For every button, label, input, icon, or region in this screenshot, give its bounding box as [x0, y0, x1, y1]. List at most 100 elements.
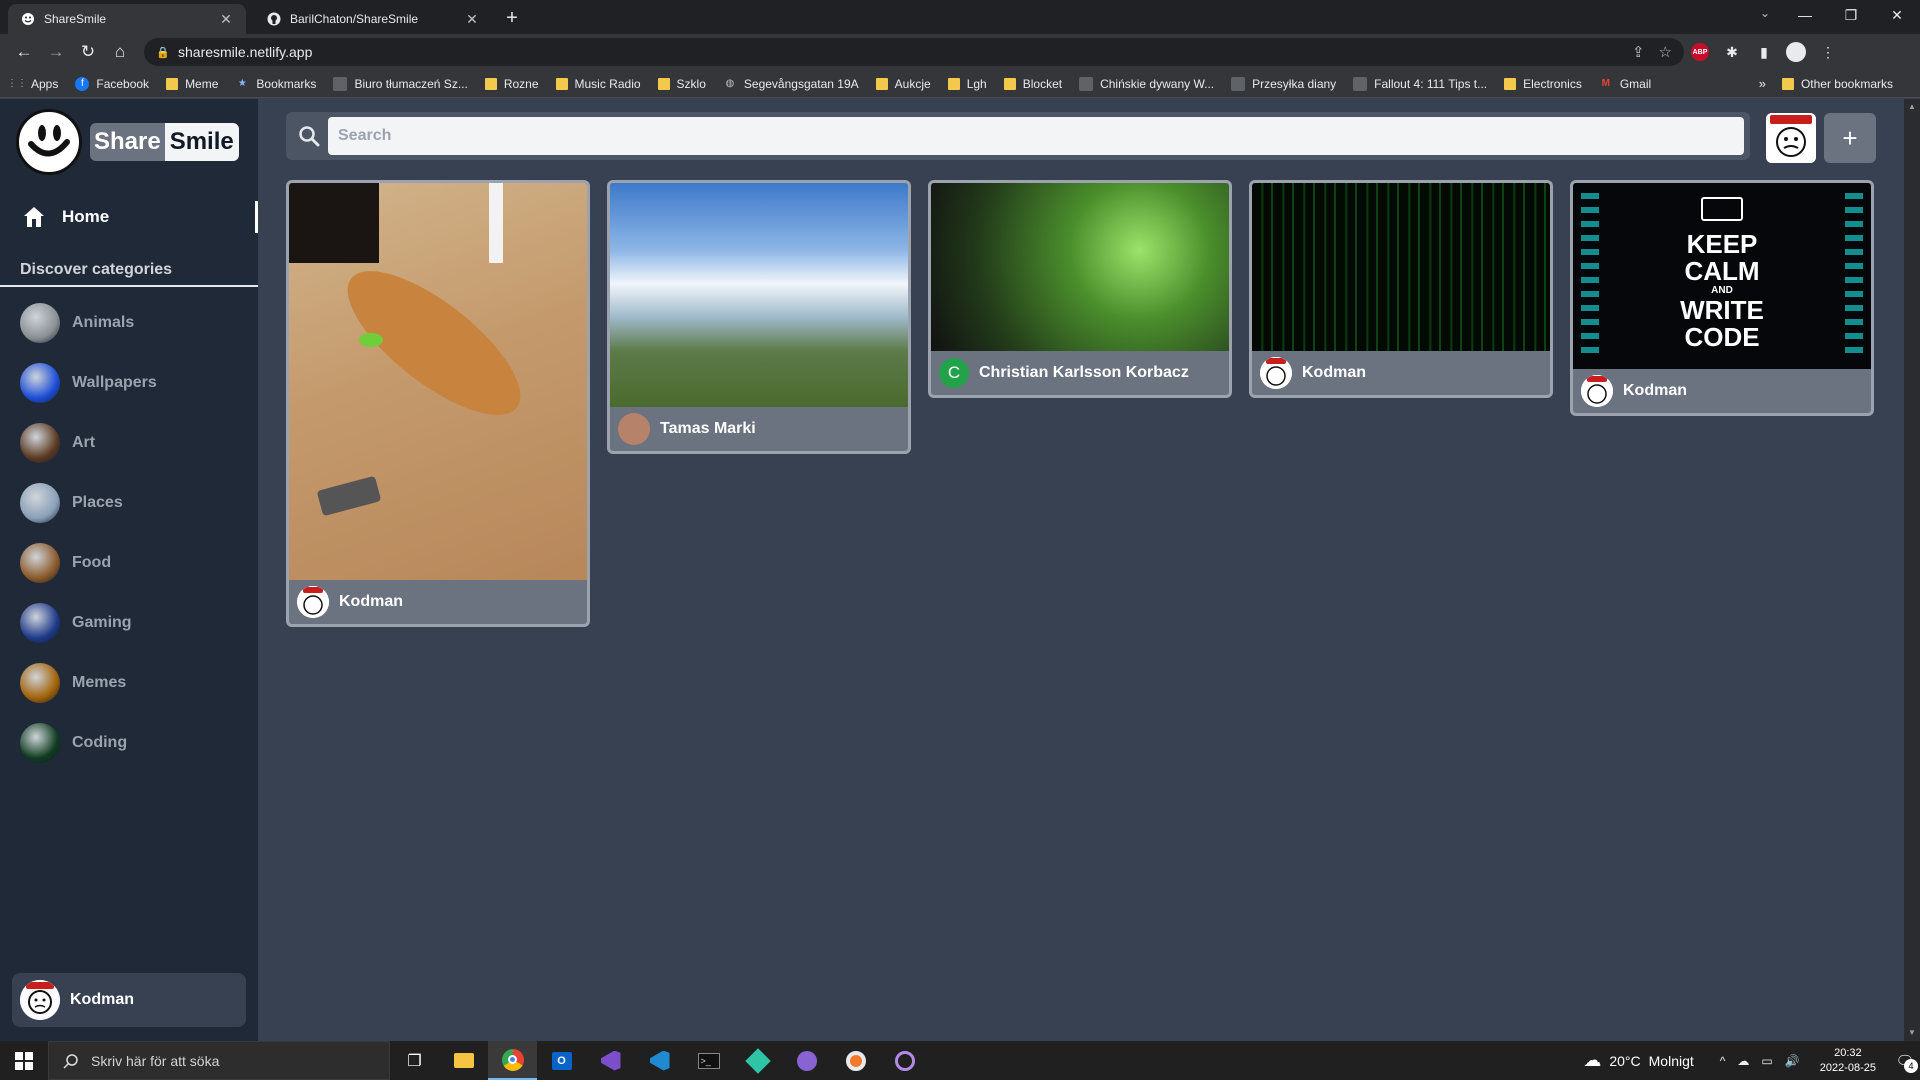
pin-footer[interactable]: C Christian Karlsson Korbacz — [931, 351, 1229, 395]
tab-close-icon[interactable]: ✕ — [218, 11, 234, 28]
scroll-down-icon[interactable]: ▼ — [1904, 1025, 1920, 1041]
pin-image-cat[interactable] — [289, 183, 587, 580]
add-pin-button[interactable]: + — [1824, 113, 1876, 163]
taskbar-clock[interactable]: 20:32 2022-08-25 — [1820, 1046, 1876, 1076]
pin-card[interactable]: Kodman — [286, 180, 590, 627]
sharesmile-logo[interactable]: Share Smile — [16, 109, 239, 175]
windows-start-button[interactable] — [0, 1041, 48, 1080]
pin-footer[interactable]: Kodman — [1252, 351, 1550, 395]
category-item-animals[interactable]: Animals — [20, 303, 157, 343]
category-item-wallpapers[interactable]: Wallpapers — [20, 363, 157, 403]
chrome-icon[interactable] — [488, 1041, 537, 1080]
category-item-art[interactable]: Art — [20, 423, 157, 463]
category-item-food[interactable]: Food — [20, 543, 157, 583]
bookmark-item[interactable]: ◍ Segevångsgatan 19A — [723, 77, 859, 91]
category-item-gaming[interactable]: Gaming — [20, 603, 157, 643]
header-user-avatar[interactable] — [1766, 113, 1816, 163]
category-item-coding[interactable]: Coding — [20, 723, 157, 763]
network-icon[interactable]: ▭ — [1761, 1054, 1772, 1068]
taskbar-search-placeholder: Skriv här för att söka — [91, 1052, 220, 1069]
bookmark-star-icon[interactable]: ☆ — [1659, 43, 1672, 61]
pin-image-warhammer[interactable] — [931, 183, 1229, 351]
pin-image-landscape[interactable] — [610, 183, 908, 407]
tab-github[interactable]: BarilChaton/ShareSmile ✕ — [254, 4, 492, 34]
poster-text: KEEP — [1686, 229, 1758, 259]
bookmark-item[interactable]: Lgh — [947, 77, 987, 91]
new-tab-button[interactable]: + — [498, 4, 526, 32]
pin-footer[interactable]: Tamas Marki — [610, 407, 908, 451]
tab-close-icon[interactable]: ✕ — [464, 11, 480, 28]
menu-kebab-icon[interactable]: ⋮ — [1812, 38, 1844, 66]
notification-center-button[interactable]: 🗨 4 — [1890, 1041, 1920, 1080]
bookmark-item[interactable]: Meme — [166, 77, 218, 91]
github-desktop-icon[interactable] — [782, 1041, 831, 1080]
category-item-places[interactable]: Places — [20, 483, 157, 523]
bookmark-item[interactable]: Przesyłka diany — [1231, 76, 1336, 91]
git-kraken-icon[interactable] — [733, 1041, 782, 1080]
adblock-extension[interactable]: ABP — [1684, 38, 1716, 66]
search-input[interactable] — [328, 117, 1744, 155]
reload-icon[interactable]: ↻ — [72, 38, 104, 66]
bookmark-item[interactable]: ★ Bookmarks — [235, 77, 317, 91]
share-icon[interactable]: ⇪ — [1632, 43, 1645, 61]
pin-image-matrix[interactable] — [1252, 183, 1550, 351]
outlook-icon[interactable]: O — [537, 1041, 586, 1080]
restore-icon[interactable]: ❐ — [1828, 0, 1874, 30]
back-arrow-icon[interactable]: ← — [8, 38, 40, 66]
weather-widget[interactable]: ☁ 20°C Molnigt — [1583, 1050, 1693, 1071]
tab-search-chevron-icon[interactable]: ⌄ — [1760, 6, 1770, 20]
vscode-icon[interactable] — [635, 1041, 684, 1080]
bookmark-item[interactable]: Electronics — [1504, 77, 1582, 91]
terminal-icon[interactable]: >_ — [684, 1041, 733, 1080]
pin-card[interactable]: KEEP CALM AND WRITE CODE Kodman — [1570, 180, 1874, 416]
side-panel-icon[interactable]: ▮ — [1748, 38, 1780, 66]
tray-chevron-up-icon[interactable]: ^ — [1720, 1054, 1726, 1068]
bookmark-item[interactable]: Chińskie dywany W... — [1079, 76, 1214, 91]
bookmark-item[interactable]: Rozne — [484, 77, 539, 91]
bookmark-item[interactable]: M Gmail — [1599, 77, 1652, 91]
bookmark-item[interactable]: Szklo — [657, 77, 706, 91]
forward-arrow-icon[interactable]: → — [40, 38, 72, 66]
pin-card[interactable]: Tamas Marki — [607, 180, 911, 454]
page-scrollbar[interactable]: ▲ ▼ — [1904, 99, 1920, 1041]
poster-text: CODE — [1684, 322, 1760, 352]
close-window-icon[interactable]: ✕ — [1874, 0, 1920, 30]
bookmark-item[interactable]: ⋮⋮ Apps — [7, 77, 58, 91]
other-bookmarks[interactable]: Other bookmarks — [1781, 77, 1893, 91]
bookmark-item[interactable]: f Facebook — [75, 76, 149, 91]
app-swirl-icon[interactable] — [880, 1041, 929, 1080]
pin-card[interactable]: Kodman — [1249, 180, 1553, 398]
task-view-icon[interactable]: ❐ — [390, 1041, 439, 1080]
visual-studio-icon[interactable] — [586, 1041, 635, 1080]
sidebar-user-profile[interactable]: Kodman — [12, 973, 246, 1027]
minimize-icon[interactable]: — — [1782, 0, 1828, 30]
taskbar-search-box[interactable]: Skriv här för att söka — [48, 1041, 390, 1080]
category-thumbnail — [20, 543, 60, 583]
pin-footer[interactable]: Kodman — [1573, 369, 1871, 413]
bookmark-item[interactable]: Biuro tłumaczeń Sz... — [333, 76, 468, 91]
bookmark-item[interactable]: Aukcje — [875, 77, 931, 91]
bookmark-item[interactable]: Blocket — [1003, 77, 1062, 91]
home-icon[interactable]: ⌂ — [104, 38, 136, 66]
system-tray: ☁ 20°C Molnigt ^ ☁ ▭ 🔊 20:32 2022-08-25 … — [1583, 1041, 1920, 1080]
bookmark-item[interactable]: Music Radio — [555, 77, 641, 91]
nav-home[interactable]: Home — [0, 201, 258, 233]
pin-footer[interactable]: Kodman — [289, 580, 587, 624]
pin-author-name: Kodman — [1302, 364, 1366, 381]
pin-card[interactable]: C Christian Karlsson Korbacz — [928, 180, 1232, 398]
bookmarks-overflow-button[interactable]: » — [1759, 76, 1766, 91]
tab-sharesmile[interactable]: ShareSmile ✕ — [8, 4, 246, 34]
address-bar[interactable]: 🔒 sharesmile.netlify.app ⇪ ☆ — [144, 38, 1684, 66]
pin-image-keep-calm[interactable]: KEEP CALM AND WRITE CODE — [1573, 183, 1871, 369]
browser-tab-strip: ShareSmile ✕ BarilChaton/ShareSmile ✕ + … — [0, 0, 1920, 34]
category-item-memes[interactable]: Memes — [20, 663, 157, 703]
profile-button[interactable] — [1780, 38, 1812, 66]
extensions-puzzle-icon[interactable]: ✱ — [1716, 38, 1748, 66]
globe-icon: ◍ — [725, 78, 735, 89]
onedrive-cloud-icon[interactable]: ☁ — [1737, 1054, 1749, 1068]
blender-icon[interactable] — [831, 1041, 880, 1080]
scroll-up-icon[interactable]: ▲ — [1904, 99, 1920, 115]
volume-icon[interactable]: 🔊 — [1785, 1054, 1800, 1068]
bookmark-item[interactable]: Fallout 4: 111 Tips t... — [1353, 76, 1487, 91]
file-explorer-icon[interactable] — [439, 1041, 488, 1080]
